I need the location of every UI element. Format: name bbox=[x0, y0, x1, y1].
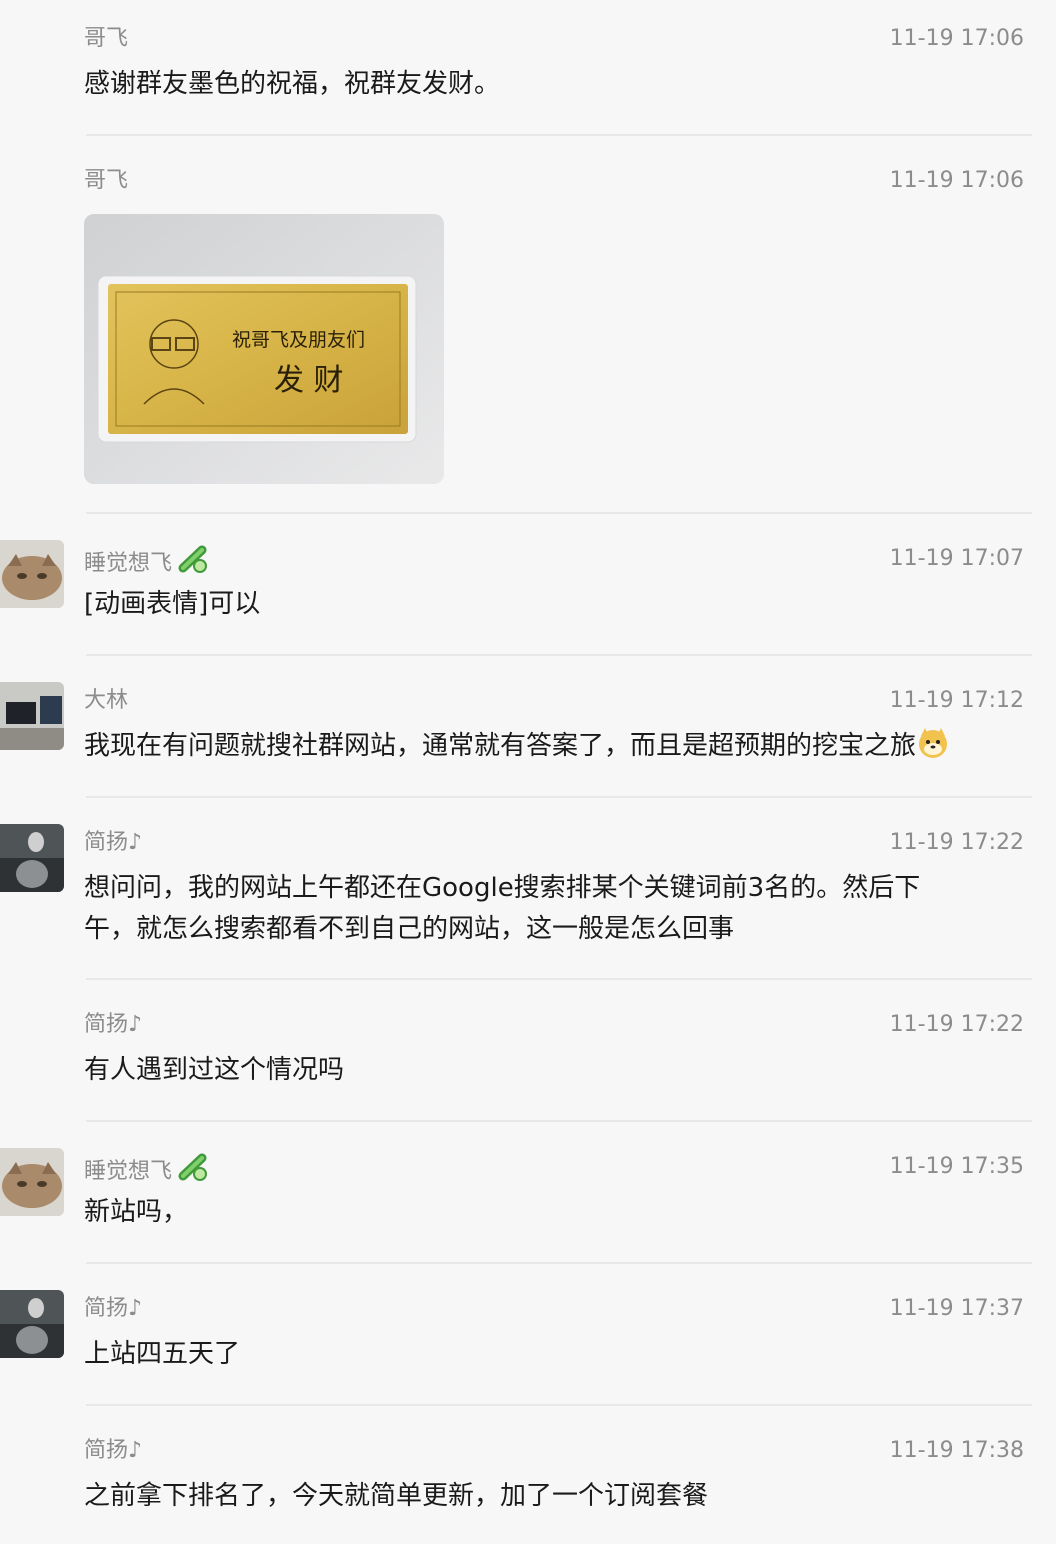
message-divider bbox=[86, 1262, 1032, 1264]
sender-name[interactable]: 简扬♪ bbox=[84, 1436, 142, 1466]
message-text[interactable]: 我现在有问题就搜社群网站，通常就有答案了，而且是超预期的挖宝之旅 bbox=[84, 726, 1014, 773]
message-text[interactable]: 之前拿下排名了，今天就简单更新，加了一个订阅套餐 bbox=[84, 1476, 1014, 1517]
cat-avatar[interactable] bbox=[0, 1148, 64, 1216]
sender-name[interactable]: 简扬♪ bbox=[84, 828, 142, 858]
message-divider bbox=[86, 134, 1032, 136]
message-time: 11-19 17:35 bbox=[889, 1154, 1024, 1179]
sender-name-text: 哥飞 bbox=[84, 168, 129, 193]
message-text[interactable]: 有人遇到过这个情况吗 bbox=[84, 1050, 1014, 1091]
chat-feed: 哥飞 11-19 17:06 感谢群友墨色的祝福，祝群友发财。 哥飞 11-19… bbox=[0, 0, 1056, 1544]
message-text[interactable]: 上站四五天了 bbox=[84, 1334, 1014, 1375]
message-divider bbox=[86, 1120, 1032, 1122]
message-divider bbox=[86, 654, 1032, 656]
message-text[interactable]: 想问问，我的网站上午都还在Google搜索排某个关键词前3名的。然后下 午，就怎… bbox=[84, 868, 1014, 950]
sender-name-text: 睡觉想飞 bbox=[84, 550, 173, 576]
message-text[interactable]: 感谢群友墨色的祝福，祝群友发财。 bbox=[84, 64, 1014, 105]
message-divider bbox=[86, 1404, 1032, 1406]
message-time: 11-19 17:06 bbox=[889, 26, 1024, 51]
sender-name[interactable]: 睡觉想飞 bbox=[84, 544, 210, 583]
message-time: 11-19 17:37 bbox=[889, 1296, 1024, 1321]
card-line1: 祝哥飞及朋友们 bbox=[232, 329, 365, 351]
sender-name[interactable]: 哥飞 bbox=[84, 24, 128, 54]
cat-avatar[interactable] bbox=[0, 540, 64, 608]
sender-name[interactable]: 简扬♪ bbox=[84, 1294, 142, 1324]
message-divider bbox=[86, 978, 1032, 980]
desk-avatar[interactable] bbox=[0, 682, 64, 750]
sender-name[interactable]: 哥飞 bbox=[84, 166, 128, 196]
message-divider bbox=[86, 796, 1032, 798]
sender-name[interactable]: 大林 bbox=[84, 686, 128, 716]
sender-name[interactable]: 简扬♪ bbox=[84, 1010, 142, 1040]
message-text[interactable]: 新站吗， bbox=[84, 1192, 1014, 1233]
sender-name-text: 简扬♪ bbox=[84, 1438, 143, 1463]
doge-emoji-icon bbox=[916, 726, 950, 773]
sender-name-text: 大林 bbox=[84, 688, 129, 713]
sender-name[interactable]: 睡觉想飞 bbox=[84, 1152, 210, 1191]
sender-name-text: 简扬♪ bbox=[84, 1012, 143, 1037]
message-time: 11-19 17:38 bbox=[889, 1438, 1024, 1463]
card-line2: 发 财 bbox=[274, 363, 344, 398]
message-text-content: 我现在有问题就搜社群网站，通常就有答案了，而且是超预期的挖宝之旅 bbox=[84, 731, 917, 761]
message-image[interactable]: 祝哥飞及朋友们 发 财 bbox=[84, 214, 444, 484]
sender-name-text: 简扬♪ bbox=[84, 830, 143, 855]
message-time: 11-19 17:22 bbox=[889, 830, 1024, 855]
cucumber-icon bbox=[178, 544, 210, 583]
message-text-line: 午，就怎么搜索都看不到自己的网站，这一般是怎么回事 bbox=[84, 914, 735, 944]
sender-name-text: 哥飞 bbox=[84, 26, 129, 51]
message-time: 11-19 17:07 bbox=[889, 546, 1024, 571]
cat-mirror-avatar[interactable] bbox=[0, 824, 64, 892]
cucumber-icon bbox=[178, 1152, 210, 1191]
message-divider bbox=[86, 512, 1032, 514]
cat-mirror-avatar[interactable] bbox=[0, 1290, 64, 1358]
message-time: 11-19 17:22 bbox=[889, 1012, 1024, 1037]
message-time: 11-19 17:12 bbox=[889, 688, 1024, 713]
sender-name-text: 简扬♪ bbox=[84, 1296, 143, 1321]
message-time: 11-19 17:06 bbox=[889, 168, 1024, 193]
sender-name-text: 睡觉想飞 bbox=[84, 1158, 173, 1184]
message-text-line: 想问问，我的网站上午都还在Google搜索排某个关键词前3名的。然后下 bbox=[84, 873, 921, 903]
message-text[interactable]: [动画表情]可以 bbox=[84, 584, 1014, 625]
